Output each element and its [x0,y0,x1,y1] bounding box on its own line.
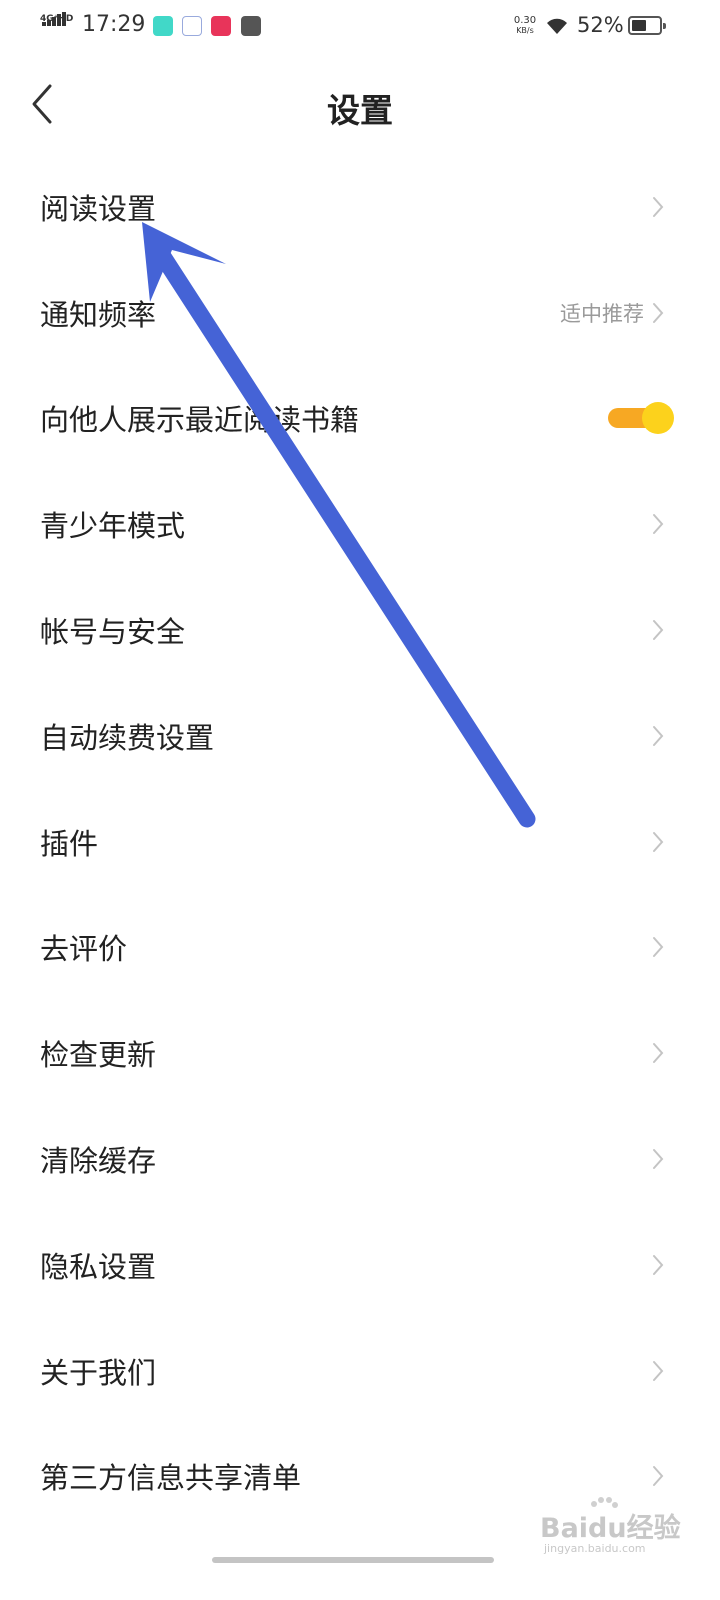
chevron-right-icon [653,1360,664,1381]
settings-item-account-security[interactable]: 帐号与安全 [0,577,720,683]
signal-icon: 4G⁺HD [40,12,76,40]
settings-item-check-update[interactable]: 检查更新 [0,1000,720,1106]
chevron-right-icon [653,514,664,535]
settings-item-label: 青少年模式 [40,509,186,544]
app-notification-icon [211,16,231,36]
home-indicator[interactable] [212,1557,494,1563]
settings-item-value: 适中推荐 [560,301,644,326]
chevron-right-icon [653,302,664,323]
chevron-right-icon [653,1466,664,1487]
settings-item-auto-renew[interactable]: 自动续费设置 [0,683,720,789]
settings-item-reading[interactable]: 阅读设置 [0,154,720,260]
settings-item-label: 去评价 [40,932,128,967]
settings-item-show-recent-books: 向他人展示最近阅读书籍 [0,366,720,472]
settings-item-label: 向他人展示最近阅读书籍 [40,403,360,438]
settings-item-label: 检查更新 [40,1038,157,1073]
settings-item-label: 关于我们 [40,1355,157,1390]
settings-item-privacy[interactable]: 隐私设置 [0,1212,720,1318]
chevron-right-icon [653,725,664,746]
page-title: 设置 [327,91,393,130]
settings-item-label: 帐号与安全 [40,615,186,650]
settings-item-about-us[interactable]: 关于我们 [0,1318,720,1424]
settings-item-clear-cache[interactable]: 清除缓存 [0,1106,720,1212]
app-header: 设置 [0,62,720,148]
settings-item-label: 阅读设置 [40,191,157,226]
settings-item-plugins[interactable]: 插件 [0,789,720,895]
battery-percent: 52% [577,13,624,37]
app-notification-icon [182,16,202,36]
settings-item-label: 清除缓存 [40,1144,157,1179]
settings-item-rate[interactable]: 去评价 [0,895,720,1001]
wifi-icon [547,18,567,34]
watermark-logo: Baidu经验 jingyan.baidu.com [540,1497,681,1568]
watermark-text: Baidu经验 [540,1513,681,1544]
chevron-right-icon [653,1254,664,1275]
settings-item-label: 插件 [40,826,99,861]
network-speed: 0.30 KB/s [513,15,537,36]
chevron-right-icon [653,937,664,958]
settings-item-label: 自动续费设置 [40,720,215,755]
settings-item-teen-mode[interactable]: 青少年模式 [0,471,720,577]
settings-list: 阅读设置 通知频率 适中推荐 向他人展示最近阅读书籍 青少年模式 帐号与安全 自… [0,154,720,1529]
app-notification-icon [241,16,261,36]
chevron-right-icon [653,1043,664,1064]
show-recent-books-toggle[interactable] [608,402,674,435]
settings-item-notification-frequency[interactable]: 通知频率 适中推荐 [0,260,720,366]
chevron-right-icon [653,196,664,217]
chevron-right-icon [653,620,664,641]
settings-item-label: 第三方信息共享清单 [40,1461,302,1496]
chevron-right-icon [653,831,664,852]
status-bar: 4G⁺HD 17:29 0.30 KB/s 52% [0,0,720,56]
watermark-url: jingyan.baidu.com [544,1542,646,1555]
battery-icon [628,16,666,35]
app-notification-icon [153,16,173,36]
status-time: 17:29 [82,12,146,37]
settings-item-label: 隐私设置 [40,1249,157,1284]
settings-item-label: 通知频率 [40,297,157,332]
chevron-right-icon [653,1149,664,1170]
